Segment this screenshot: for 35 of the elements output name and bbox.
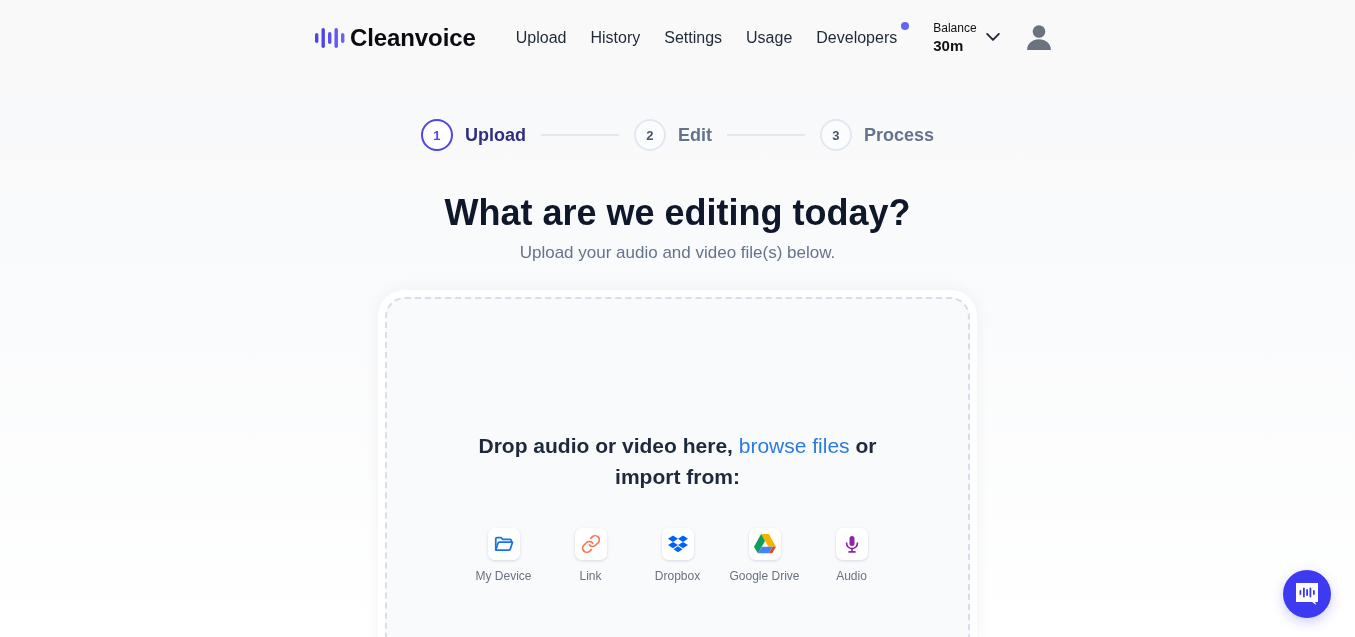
step-label[interactable]: Edit <box>677 124 712 146</box>
import-source-button[interactable]: My Device <box>460 528 547 583</box>
folder-icon <box>487 528 520 560</box>
import-source-button[interactable]: Google Drive <box>721 528 808 583</box>
step-number: 1 <box>420 119 453 151</box>
drop-instructions: Drop audio or video here, browse files or import from: <box>477 433 878 490</box>
nav-link[interactable]: Upload <box>515 27 567 48</box>
user-avatar-icon[interactable] <box>1026 25 1051 50</box>
balance-menu-button[interactable] <box>985 33 1000 42</box>
nav-link[interactable]: Developers <box>816 27 898 48</box>
step-label[interactable]: Process <box>863 124 935 146</box>
step-label[interactable]: Upload <box>464 124 526 146</box>
balance-value: 30m <box>933 35 965 56</box>
microphone-icon <box>835 528 868 560</box>
import-source-button[interactable]: Dropbox <box>634 528 721 583</box>
chat-bubble-icon <box>1295 582 1319 606</box>
nav-link[interactable]: Settings <box>664 27 723 48</box>
page-subtitle: Upload your audio and video file(s) below. <box>519 242 836 264</box>
nav-link[interactable]: History <box>590 27 641 48</box>
logo-waveform-icon <box>315 26 345 49</box>
page-title: What are we editing today? <box>444 191 911 235</box>
chat-button[interactable] <box>1283 570 1331 618</box>
link-icon <box>574 528 607 560</box>
chevron-down-icon <box>985 33 1000 42</box>
import-source-button[interactable]: Audio <box>808 528 895 583</box>
import-source-button[interactable]: Link <box>547 528 634 583</box>
dropbox-icon <box>661 528 694 560</box>
logo-wordmark[interactable]: Cleanvoice <box>350 23 476 52</box>
google-drive-icon <box>748 528 781 560</box>
step-number: 2 <box>633 119 666 151</box>
drop-zone[interactable]: Drop audio or video here, browse files or import from: My Device Link Dropbox Google Drive Audio <box>385 297 970 637</box>
browse-files-link[interactable]: browse files <box>738 434 850 457</box>
step-number: 3 <box>819 119 852 151</box>
balance-label: Balance <box>933 19 977 36</box>
nav-link[interactable]: Usage <box>746 27 793 48</box>
